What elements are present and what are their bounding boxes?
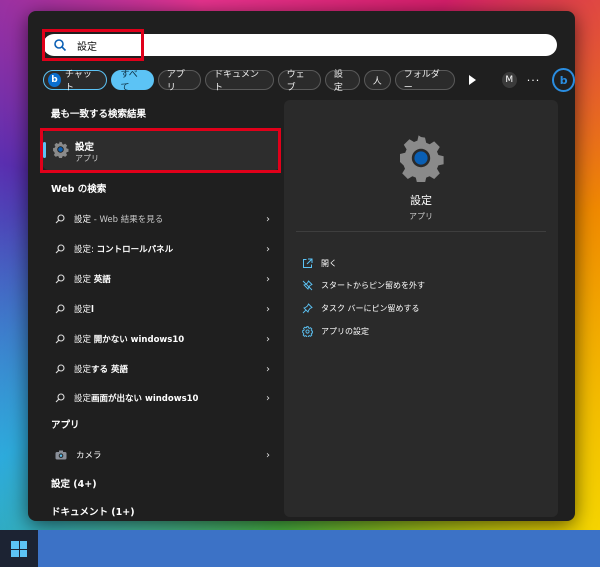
chevron-right-icon[interactable]: › [266,244,270,255]
camera-icon [55,450,67,460]
action-pin-taskbar-label: タスク バーにピン留めする [321,304,420,313]
filter-documents[interactable]: ドキュメント [205,70,274,93]
documents-count-heading[interactable]: ドキュメント (1+) [43,505,135,521]
search-icon [55,304,65,314]
divider [296,231,546,232]
filter-documents-label: ドキュメント [214,70,260,93]
detail-app-type: アプリ [409,212,433,221]
chevron-right-icon[interactable]: › [266,393,270,404]
web-result-row[interactable]: 設定画面が出ない windows10 › [43,384,280,412]
web-result-text: 設定: コントロールパネル [74,243,173,255]
action-app-settings[interactable]: アプリの設定 [302,326,369,337]
web-result-query: 設定: [74,245,97,255]
apps-heading: アプリ [51,420,80,431]
web-result-suggestion: 英語 [93,275,111,285]
result-detail-pane: 設定 アプリ 開く スタートからピン留めを外す タスク バーにピン留めする アプ… [284,100,558,517]
start-search-panel: b チャット すべて アプリ ドキュメント ウェブ 設定 人 フォルダー M ·… [28,11,575,521]
chevron-right-icon[interactable]: › [266,334,270,345]
detail-app-name: 設定 [410,194,432,207]
web-result-query: 設定 [74,394,92,404]
bing-chat-icon: b [48,73,62,87]
web-result-text: 設定する 英語 [74,363,128,375]
web-result-text: 設定 - Web 結果を見る [74,213,163,225]
web-result-row[interactable]: 設定: コントロールパネル › [43,235,280,263]
filter-settings-label: 設定 [333,70,343,93]
filter-web-label: ウェブ [286,70,305,93]
web-result-row[interactable]: 設定 開かない windows10 › [43,325,280,353]
start-button[interactable] [0,530,38,567]
pin-icon [302,303,313,314]
action-unpin-start[interactable]: スタートからピン留めを外す [302,280,425,291]
action-pin-taskbar[interactable]: タスク バーにピン留めする [302,303,420,314]
filter-chat-label: チャット [65,70,92,93]
search-icon [55,334,65,344]
web-search-heading: Web の検索 [51,184,107,195]
search-icon [55,364,65,374]
filter-apps-label: アプリ [166,70,185,93]
filter-chips: b チャット すべて アプリ ドキュメント ウェブ 設定 人 フォルダー M ·… [43,68,575,93]
search-icon [55,214,65,224]
web-result-hint: - Web 結果を見る [91,215,164,225]
chevron-right-icon[interactable]: › [266,274,270,285]
web-result-query: 設定 [74,305,92,315]
search-icon [55,274,65,284]
filter-web[interactable]: ウェブ [277,70,321,93]
more-filters-play-icon[interactable] [468,75,476,85]
web-result-text: 設定 開かない windows10 [74,333,184,345]
app-result-row[interactable]: カメラ › [43,441,280,469]
web-result-suggestion: 開かない windows10 [93,335,185,345]
chevron-right-icon[interactable]: › [266,450,270,461]
action-unpin-start-label: スタートからピン留めを外す [321,281,425,290]
web-result-query: 設定 [74,335,94,345]
taskbar [0,530,600,567]
filter-all[interactable]: すべて [111,70,154,93]
web-result-suggestion: 画面が出ない windows10 [91,394,199,404]
web-result-row[interactable]: 設定 英語 › [43,265,280,293]
windows-logo-icon [11,541,27,557]
web-result-suggestion: l [91,305,94,315]
best-match-highlight-box [40,128,281,173]
filter-settings[interactable]: 設定 [324,70,360,93]
web-result-query: 設定 [74,215,92,225]
settings-app-icon [397,134,445,186]
web-result-row[interactable]: 設定する 英語 › [43,355,280,383]
filter-folders-label: フォルダー [403,70,440,93]
web-result-text: 設定l [74,303,94,315]
gear-icon [302,326,313,337]
web-result-query: 設定 [74,365,92,375]
unpin-icon [302,280,313,291]
filter-all-label: すべて [120,70,138,93]
chevron-right-icon[interactable]: › [266,304,270,315]
filter-chat[interactable]: b チャット [43,70,108,93]
filter-apps[interactable]: アプリ [157,70,202,93]
more-options-icon[interactable]: ··· [527,74,541,87]
web-result-text: 設定 英語 [74,273,111,285]
web-result-query: 設定 [74,275,94,285]
filter-people[interactable]: 人 [363,70,391,90]
chevron-right-icon[interactable]: › [266,364,270,375]
web-result-row[interactable]: 設定 - Web 結果を見る › [43,205,280,233]
action-open[interactable]: 開く [302,258,337,269]
app-result-name: カメラ [76,451,102,461]
bing-icon[interactable]: b [552,68,575,92]
search-icon [55,393,65,403]
avatar[interactable]: M [501,72,517,88]
web-result-suggestion: コントロールパネル [96,245,174,255]
filter-people-label: 人 [372,76,382,87]
action-app-settings-label: アプリの設定 [321,327,369,336]
web-result-suggestion: する 英語 [91,365,128,375]
filter-folders[interactable]: フォルダー [394,70,455,93]
search-highlight-box [42,29,144,61]
action-open-label: 開く [321,259,337,268]
web-result-row[interactable]: 設定l › [43,295,280,323]
open-external-icon [302,258,313,269]
search-icon [55,244,65,254]
settings-count-heading[interactable]: 設定 (4+) [43,477,97,493]
best-match-heading: 最も一致する検索結果 [51,109,147,120]
web-result-text: 設定画面が出ない windows10 [74,392,198,404]
chevron-right-icon[interactable]: › [266,214,270,225]
